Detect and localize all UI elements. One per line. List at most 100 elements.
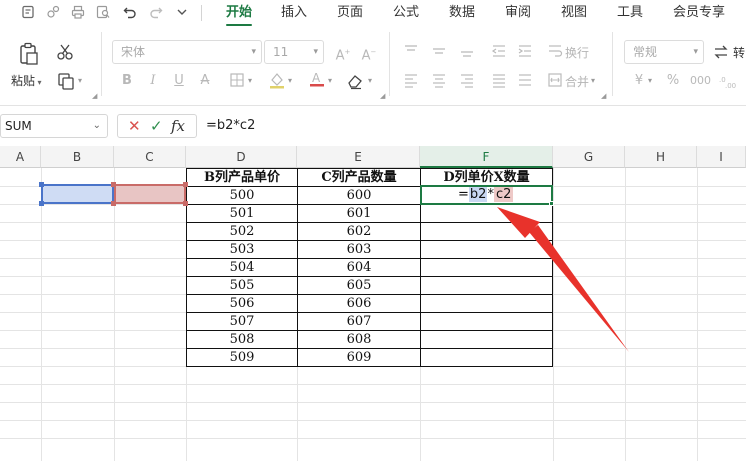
quantity-cell[interactable]: 600: [298, 187, 420, 205]
font-name-select[interactable]: 宋体 ▾: [112, 40, 262, 64]
price-cell[interactable]: 501: [187, 205, 297, 223]
column-header-e[interactable]: E: [297, 146, 420, 168]
currency-icon[interactable]: ¥: [630, 72, 648, 90]
more-icon[interactable]: [172, 3, 192, 23]
font-size-select[interactable]: 11 ▾: [264, 40, 324, 64]
reference-handle[interactable]: [111, 201, 116, 206]
convert-icon[interactable]: [712, 43, 730, 61]
justify-icon[interactable]: [490, 72, 508, 90]
copy-dropdown-icon[interactable]: ▾: [78, 76, 82, 85]
align-top-icon[interactable]: [402, 43, 420, 61]
column-header-h[interactable]: H: [625, 146, 697, 168]
quantity-cell[interactable]: 607: [298, 313, 420, 331]
font-shrink-icon[interactable]: A−: [360, 43, 378, 63]
clear-format-icon[interactable]: [346, 72, 364, 90]
formula-input[interactable]: =b2*c2: [200, 114, 746, 138]
thousands-separator-icon[interactable]: 000: [690, 72, 711, 90]
quantity-cell[interactable]: 609: [298, 349, 420, 367]
align-center-icon[interactable]: [430, 72, 448, 90]
copy-icon[interactable]: [57, 72, 75, 90]
fill-color-dropdown-icon[interactable]: ▾: [288, 76, 292, 85]
reference-handle[interactable]: [183, 182, 188, 187]
number-format-select[interactable]: 常规 ▾: [624, 40, 704, 64]
bold-icon[interactable]: B: [118, 72, 136, 90]
quantity-cell[interactable]: 604: [298, 259, 420, 277]
table-header-price[interactable]: B列产品单价: [187, 169, 297, 187]
price-cell[interactable]: 509: [187, 349, 297, 367]
align-bottom-icon[interactable]: [458, 43, 476, 61]
wrap-text-label[interactable]: 换行: [565, 44, 589, 61]
price-cell[interactable]: 500: [187, 187, 297, 205]
paste-label[interactable]: 粘贴 ▾: [11, 72, 42, 89]
cell-formula-editor[interactable]: =b2* c2: [458, 186, 514, 204]
cut-icon[interactable]: [56, 43, 74, 61]
reference-handle[interactable]: [183, 201, 188, 206]
align-left-icon[interactable]: [402, 72, 420, 90]
percent-icon[interactable]: %: [664, 72, 682, 90]
quantity-cell[interactable]: 606: [298, 295, 420, 313]
price-cell[interactable]: 503: [187, 241, 297, 259]
quantity-cell[interactable]: 608: [298, 331, 420, 349]
font-color-icon[interactable]: A: [308, 70, 326, 88]
font-grow-icon[interactable]: A+: [334, 43, 352, 63]
currency-dropdown-icon[interactable]: ▾: [648, 76, 652, 85]
reference-handle[interactable]: [39, 201, 44, 206]
tab-review[interactable]: 审阅: [505, 3, 531, 23]
tab-tools[interactable]: 工具: [617, 3, 643, 23]
table-header-quantity[interactable]: C列产品数量: [298, 169, 420, 187]
price-cell[interactable]: 502: [187, 223, 297, 241]
fill-handle[interactable]: [549, 201, 554, 206]
underline-icon[interactable]: U: [170, 72, 188, 90]
italic-icon[interactable]: I: [144, 72, 162, 90]
name-box[interactable]: SUM ⌄: [0, 114, 108, 138]
column-header-i[interactable]: I: [697, 146, 746, 168]
confirm-formula-icon[interactable]: ✓: [150, 117, 163, 135]
quantity-cell[interactable]: 603: [298, 241, 420, 259]
indent-decrease-icon[interactable]: [490, 43, 508, 61]
file-icon[interactable]: [18, 3, 38, 23]
redo-icon[interactable]: [146, 3, 166, 23]
undo-icon[interactable]: [120, 3, 140, 23]
font-dialog-icon[interactable]: ◢: [380, 92, 385, 100]
quantity-cell[interactable]: 602: [298, 223, 420, 241]
price-cell[interactable]: 504: [187, 259, 297, 277]
tab-home[interactable]: 开始: [226, 3, 252, 23]
clear-format-dropdown-icon[interactable]: ▾: [368, 76, 372, 85]
price-cell[interactable]: 505: [187, 277, 297, 295]
merge-cells-label[interactable]: 合并: [565, 73, 589, 90]
reference-handle[interactable]: [39, 182, 44, 187]
preview-icon[interactable]: [93, 3, 113, 23]
paste-icon[interactable]: [18, 42, 40, 66]
clipboard-dialog-icon[interactable]: ◢: [92, 92, 97, 100]
column-header-b[interactable]: B: [41, 146, 114, 168]
tab-insert[interactable]: 插入: [281, 3, 307, 23]
column-header-c[interactable]: C: [114, 146, 186, 168]
price-cell[interactable]: 508: [187, 331, 297, 349]
merge-cells-icon[interactable]: [546, 72, 564, 90]
indent-increase-icon[interactable]: [516, 43, 534, 61]
align-right-icon[interactable]: [458, 72, 476, 90]
tab-data[interactable]: 数据: [449, 3, 475, 23]
insert-function-icon[interactable]: fx: [171, 117, 185, 135]
tab-formula[interactable]: 公式: [393, 3, 419, 23]
fill-color-icon[interactable]: [268, 71, 286, 89]
cancel-formula-icon[interactable]: ✕: [128, 117, 141, 135]
column-header-a[interactable]: A: [0, 146, 41, 168]
price-cell[interactable]: 507: [187, 313, 297, 331]
wrap-text-icon[interactable]: [546, 43, 564, 61]
convert-label[interactable]: 转: [733, 44, 745, 61]
merge-dropdown-icon[interactable]: ▾: [591, 76, 595, 85]
border-dropdown-icon[interactable]: ▾: [248, 76, 252, 85]
decimal-increase-icon[interactable]: .0.00: [718, 72, 736, 90]
reference-handle[interactable]: [111, 182, 116, 187]
share-icon[interactable]: [43, 3, 63, 23]
quantity-cell[interactable]: 601: [298, 205, 420, 223]
column-header-g[interactable]: G: [553, 146, 625, 168]
column-header-f[interactable]: F: [420, 146, 553, 168]
strikethrough-icon[interactable]: A: [196, 72, 214, 90]
quantity-cell[interactable]: 605: [298, 277, 420, 295]
tab-view[interactable]: 视图: [561, 3, 587, 23]
border-icon[interactable]: [228, 72, 246, 90]
tab-page[interactable]: 页面: [337, 3, 363, 23]
tab-member[interactable]: 会员专享: [673, 3, 725, 23]
